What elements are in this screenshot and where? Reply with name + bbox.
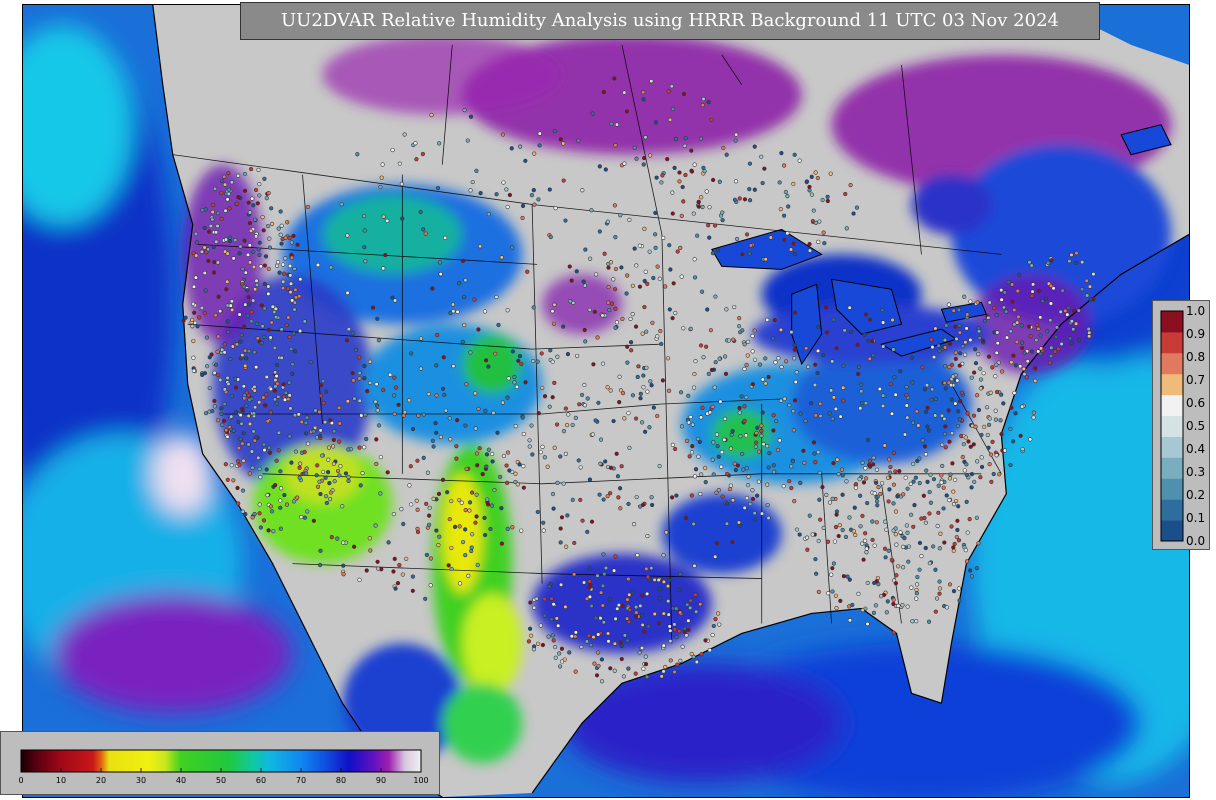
obs-colorbar-segment bbox=[1161, 394, 1183, 417]
obs-colorbar-tick-label: 0.6 bbox=[1186, 396, 1205, 410]
obs-colorbar-tick-label: 0.4 bbox=[1186, 442, 1205, 456]
obs-colorbar-tick-label: 0.3 bbox=[1186, 465, 1205, 479]
rh-colorbar-canvas: 0 10 20 30 40 50 60 70 80 90 100 bbox=[18, 749, 429, 785]
obs-colorbar-segment bbox=[1161, 499, 1183, 521]
rh-colorbar-tick-label: 70 bbox=[296, 776, 306, 785]
rh-colorbar-tick-label: 10 bbox=[56, 776, 66, 785]
rh-colorbar-tick-label: 40 bbox=[176, 776, 186, 785]
obs-colorbar-tick-label: 0.0 bbox=[1186, 534, 1205, 548]
rh-colorbar-tick-label: 30 bbox=[136, 776, 146, 785]
rh-colorbar-tick-label: 100 bbox=[413, 776, 428, 785]
rh-colorbar-tick-label: 20 bbox=[96, 776, 106, 785]
map-canvas bbox=[23, 5, 1189, 797]
rh-colorbar-tick-label: 60 bbox=[256, 776, 266, 785]
obs-colorbar-segment bbox=[1161, 373, 1183, 396]
obs-colorbar-segment bbox=[1161, 457, 1183, 479]
obs-colorbar: 0.0 0.1 0.2 0.3 0.4 0.5 0.6 0.7 0.8 0.9 1.0 bbox=[1152, 300, 1210, 550]
rh-colorbar-tick-label: 90 bbox=[376, 776, 386, 785]
obs-colorbar-segment bbox=[1161, 331, 1183, 354]
obs-colorbar-segment bbox=[1161, 415, 1183, 437]
obs-colorbar-tick-label: 1.0 bbox=[1186, 304, 1205, 318]
rh-analysis-map bbox=[22, 4, 1190, 798]
rh-colorbar-tick-label: 80 bbox=[336, 776, 346, 785]
map-title: UU2DVAR Relative Humidity Analysis using… bbox=[240, 2, 1100, 40]
obs-colorbar-segment bbox=[1161, 352, 1183, 375]
obs-colorbar-segment bbox=[1161, 311, 1183, 333]
obs-colorbar-segment bbox=[1161, 436, 1183, 458]
obs-colorbar-tick-label: 0.9 bbox=[1186, 327, 1205, 341]
rh-colorbar: 0 10 20 30 40 50 60 70 80 90 100 bbox=[0, 731, 440, 795]
rh-colorbar-tick-label: 50 bbox=[216, 776, 226, 785]
obs-colorbar-segment bbox=[1161, 520, 1183, 542]
obs-colorbar-tick-label: 0.5 bbox=[1186, 419, 1205, 433]
obs-colorbar-segment bbox=[1161, 478, 1183, 500]
obs-colorbar-tick-label: 0.2 bbox=[1186, 488, 1205, 502]
obs-colorbar-tick-label: 0.1 bbox=[1186, 511, 1205, 525]
obs-colorbar-tick-label: 0.8 bbox=[1186, 350, 1205, 364]
obs-colorbar-canvas: 0.0 0.1 0.2 0.3 0.4 0.5 0.6 0.7 0.8 0.9 1.0 bbox=[1160, 304, 1205, 548]
rh-colorbar-tick-label: 0 bbox=[18, 776, 23, 785]
obs-colorbar-tick-label: 0.7 bbox=[1186, 373, 1205, 387]
